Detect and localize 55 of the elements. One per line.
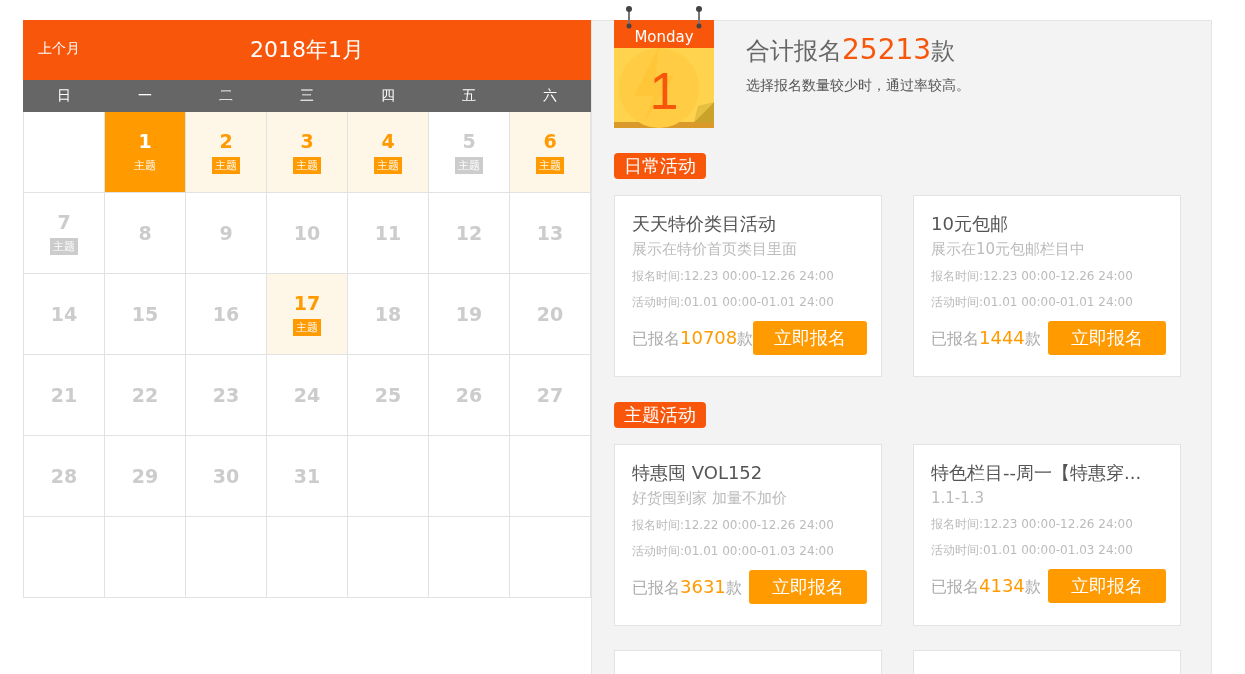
month-title: 2018年1月 xyxy=(250,36,364,64)
day-number: 1 xyxy=(138,130,152,152)
day-number: 6 xyxy=(543,130,557,152)
event-time: 活动时间:01.01 00:00-01.01 24:00 xyxy=(632,294,835,311)
theme-tag: 主题 xyxy=(212,157,240,174)
activity-title: 特惠囤 VOL152 xyxy=(632,461,764,485)
signup-count: 已报名 10708款 xyxy=(632,326,754,350)
signup-time: 报名时间:12.23 00:00-12.26 24:00 xyxy=(931,516,1134,533)
activity-description: 展示在特价首页类目里面 xyxy=(632,240,798,259)
day-number: 2 xyxy=(219,130,233,152)
theme-tag: 主题 xyxy=(293,319,321,336)
event-time: 活动时间:01.01 00:00-01.01 24:00 xyxy=(931,294,1134,311)
weekday-label: 二 xyxy=(217,87,234,105)
signup-button[interactable]: 立即报名 xyxy=(749,570,867,604)
weekday-label: 三 xyxy=(299,87,315,105)
signup-time: 报名时间:12.23 00:00-12.26 24:00 xyxy=(931,268,1134,285)
signup-button[interactable]: 立即报名 xyxy=(753,321,867,355)
signup-button[interactable]: 立即报名 xyxy=(1048,321,1166,355)
theme-tag: 主题 xyxy=(131,157,159,174)
signup-count: 已报名4134款 xyxy=(931,574,1041,598)
signup-time: 报名时间:12.23 00:00-12.26 24:00 xyxy=(632,268,835,285)
theme-tag: 主题 xyxy=(374,157,402,174)
signup-count: 已报名 1444款 xyxy=(931,326,1041,350)
activity-title: 天天特价类目活动 xyxy=(632,212,777,236)
section-label: 日常活动 xyxy=(614,153,706,179)
event-time: 活动时间:01.01 00:00-01.03 24:00 xyxy=(931,542,1134,559)
activity-description: 展示在10元包邮栏目中 xyxy=(931,240,1087,259)
previous-month-link[interactable]: 上个月 xyxy=(38,40,80,58)
day-cell[interactable]: 1 主题 xyxy=(105,112,186,193)
signup-button[interactable]: 立即报名 xyxy=(1048,569,1166,603)
signup-count: 已报名3631款 xyxy=(632,575,742,599)
section-label: 主题活动 xyxy=(614,402,706,428)
theme-tag: 主题 xyxy=(293,157,321,174)
day-number: 17 xyxy=(293,292,321,314)
day-cell[interactable]: 4 主题 xyxy=(348,112,429,193)
weekday-label: 六 xyxy=(542,87,559,105)
hint-text: 选择报名数量较少时，通过率较高。 xyxy=(746,77,970,95)
activity-description: 好货囤到家 加量不加价 xyxy=(632,489,788,508)
day-number: 4 xyxy=(381,130,395,152)
activity-title: 10元包邮 xyxy=(931,212,1009,236)
day-cell[interactable]: 6 主题 xyxy=(510,112,591,193)
weekday-label: 五 xyxy=(461,87,478,105)
signup-time: 报名时间:12.22 00:00-12.26 24:00 xyxy=(632,517,835,534)
activity-title: 特色栏目--周一【特惠穿... xyxy=(931,461,1143,485)
day-cell[interactable]: 17 主题 xyxy=(267,274,348,355)
day-cell[interactable]: 2 主题 xyxy=(186,112,267,193)
total-signups: 合计报名 25213款 xyxy=(746,33,957,67)
theme-tag: 主题 xyxy=(536,157,564,174)
weekday-label: 一 xyxy=(136,87,153,105)
day-cell[interactable]: 3 主题 xyxy=(267,112,348,193)
event-time: 活动时间:01.01 00:00-01.03 24:00 xyxy=(632,543,835,560)
weekday-label: 日 xyxy=(55,87,72,105)
weekday-label: 四 xyxy=(380,87,397,105)
day-number: 3 xyxy=(300,130,314,152)
activity-description: 1.1-1.3 xyxy=(931,489,986,507)
